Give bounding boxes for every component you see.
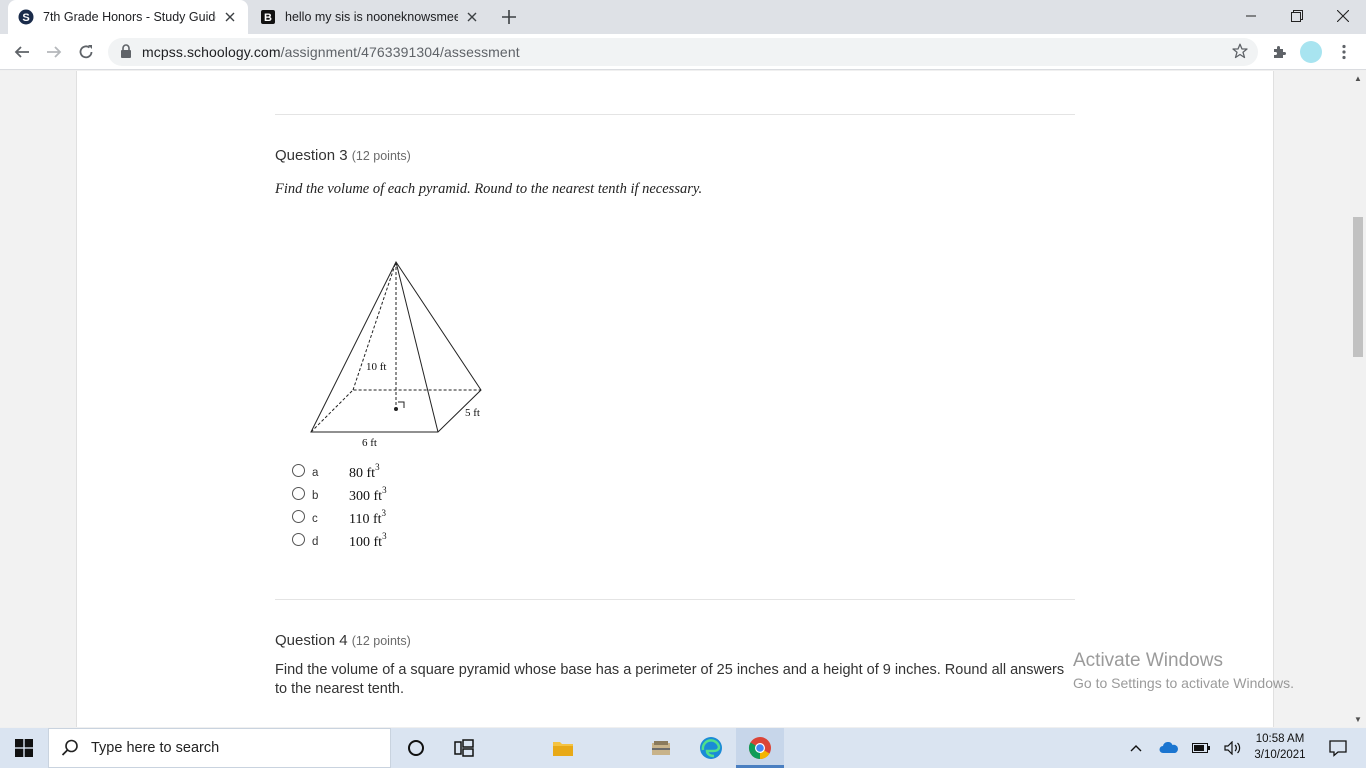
- height-label: 10 ft: [366, 361, 386, 373]
- question-points: (12 points): [351, 149, 411, 163]
- question-3-header: Question 3 (12 points): [275, 147, 411, 164]
- tab-title: hello my sis is nooneknowsmee (: [285, 10, 458, 24]
- question-divider: [275, 114, 1075, 115]
- close-window-button[interactable]: [1320, 0, 1366, 32]
- choice-c[interactable]: c 110 ft3: [285, 509, 485, 533]
- battery-icon[interactable]: [1188, 728, 1214, 768]
- choice-value: 300 ft3: [349, 486, 387, 505]
- scrollbar-thumb[interactable]: [1353, 217, 1363, 357]
- radio-button[interactable]: [292, 510, 305, 523]
- url-text: mcpss.schoology.com/assignment/476339130…: [142, 44, 520, 60]
- task-view-icon[interactable]: [442, 728, 486, 768]
- forward-icon[interactable]: [42, 40, 66, 64]
- choice-letter: b: [312, 490, 319, 502]
- brainly-icon: B: [260, 9, 276, 25]
- profile-avatar[interactable]: [1300, 41, 1322, 63]
- radio-button[interactable]: [292, 487, 305, 500]
- cortana-icon[interactable]: [394, 728, 438, 768]
- new-tab-button[interactable]: [498, 6, 520, 28]
- restore-button[interactable]: [1274, 0, 1320, 32]
- tab-study-guide[interactable]: S 7th Grade Honors - Study Guide: [8, 0, 248, 34]
- close-tab-icon[interactable]: [222, 9, 238, 25]
- base-label: 6 ft: [362, 437, 377, 449]
- choice-b[interactable]: b 300 ft3: [285, 486, 485, 510]
- scroll-down-arrow-icon[interactable]: ▼: [1354, 715, 1362, 724]
- close-tab-icon[interactable]: [464, 9, 480, 25]
- choice-exponent: 3: [375, 462, 380, 473]
- files-app-icon[interactable]: [638, 728, 684, 768]
- browser-toolbar: mcpss.schoology.com/assignment/476339130…: [0, 34, 1366, 70]
- edge-browser-icon[interactable]: [688, 728, 734, 768]
- answer-choices: a 80 ft3 b 300 ft3 c 110 ft3 d 100 ft3: [285, 463, 485, 556]
- question-divider: [275, 599, 1075, 600]
- assessment-card: Question 3 (12 points) Find the volume o…: [76, 71, 1274, 727]
- svg-text:B: B: [264, 12, 272, 24]
- choice-value: 110 ft3: [349, 509, 386, 528]
- more-menu-icon[interactable]: [1332, 40, 1356, 64]
- url-path: /assignment/4763391304/assessment: [280, 44, 520, 60]
- question-label: Question 4: [275, 632, 348, 649]
- question-3-prompt: Find the volume of each pyramid. Round t…: [275, 181, 703, 197]
- tab-brainly[interactable]: B hello my sis is nooneknowsmee (: [250, 0, 490, 34]
- chrome-icon[interactable]: [736, 728, 784, 768]
- radio-button[interactable]: [292, 464, 305, 477]
- reload-icon[interactable]: [74, 40, 98, 64]
- page-scrollbar[interactable]: ▲ ▼: [1350, 71, 1366, 727]
- schoology-icon: S: [18, 9, 34, 25]
- choice-exponent: 3: [381, 508, 387, 519]
- choice-letter: d: [312, 536, 319, 548]
- search-icon: [61, 739, 79, 757]
- choice-value: 80 ft3: [349, 463, 380, 482]
- notification-center-icon[interactable]: [1318, 728, 1358, 768]
- pyramid-figure: 10 ft 5 ft 6 ft: [305, 254, 495, 454]
- choice-value-text: 110 ft: [349, 512, 382, 527]
- back-icon[interactable]: [10, 40, 34, 64]
- minimize-button[interactable]: [1228, 0, 1274, 32]
- extensions-puzzle-icon[interactable]: [1268, 40, 1292, 64]
- start-windows-icon[interactable]: [0, 728, 48, 768]
- choice-value-text: 100 ft: [349, 535, 383, 550]
- windows-taskbar: Type here to search 10:58 AM 3/10/2021: [0, 728, 1366, 768]
- url-host: mcpss.schoology.com: [142, 44, 281, 60]
- question-points: (12 points): [351, 634, 411, 648]
- choice-exponent: 3: [382, 531, 387, 542]
- clock-time: 10:58 AM: [1255, 733, 1305, 745]
- show-hidden-icons-chevron-icon[interactable]: [1124, 728, 1148, 768]
- pyramid-diagram: 10 ft 5 ft 6 ft: [310, 261, 482, 449]
- choice-exponent: 3: [382, 485, 387, 496]
- lock-icon[interactable]: [120, 44, 132, 63]
- tab-title: 7th Grade Honors - Study Guide: [43, 10, 216, 24]
- page-viewport: Question 3 (12 points) Find the volume o…: [0, 71, 1350, 727]
- clock-date: 3/10/2021: [1254, 749, 1306, 761]
- question-label: Question 3: [275, 147, 348, 164]
- width-label: 5 ft: [465, 407, 480, 419]
- taskbar-search-box[interactable]: Type here to search: [48, 728, 391, 768]
- volume-speaker-icon[interactable]: [1220, 728, 1246, 768]
- tab-strip: S 7th Grade Honors - Study Guide B hello…: [0, 0, 1366, 34]
- watermark-title: Activate Windows: [1073, 650, 1223, 671]
- file-explorer-icon[interactable]: [540, 728, 586, 768]
- onedrive-cloud-icon[interactable]: [1156, 728, 1182, 768]
- address-bar[interactable]: mcpss.schoology.com/assignment/476339130…: [108, 38, 1258, 66]
- choice-letter: c: [312, 513, 318, 525]
- choice-value: 100 ft3: [349, 532, 387, 551]
- radio-button[interactable]: [292, 533, 305, 546]
- activate-windows-watermark: Activate Windows Go to Settings to activ…: [1073, 650, 1294, 691]
- watermark-subtitle: Go to Settings to activate Windows.: [1073, 675, 1294, 691]
- scroll-up-arrow-icon[interactable]: ▲: [1354, 74, 1362, 83]
- choice-a[interactable]: a 80 ft3: [285, 463, 485, 487]
- question-4-prompt: Find the volume of a square pyramid whos…: [275, 662, 1065, 697]
- svg-text:S: S: [22, 12, 29, 24]
- choice-value-text: 80 ft: [349, 466, 376, 481]
- search-placeholder: Type here to search: [91, 740, 220, 756]
- bookmark-star-icon[interactable]: [1232, 43, 1248, 64]
- question-4-header: Question 4 (12 points): [275, 632, 411, 649]
- choice-value-text: 300 ft: [349, 489, 383, 504]
- system-clock[interactable]: 10:58 AM 3/10/2021: [1252, 731, 1308, 763]
- choice-d[interactable]: d 100 ft3: [285, 532, 485, 556]
- choice-letter: a: [312, 467, 319, 479]
